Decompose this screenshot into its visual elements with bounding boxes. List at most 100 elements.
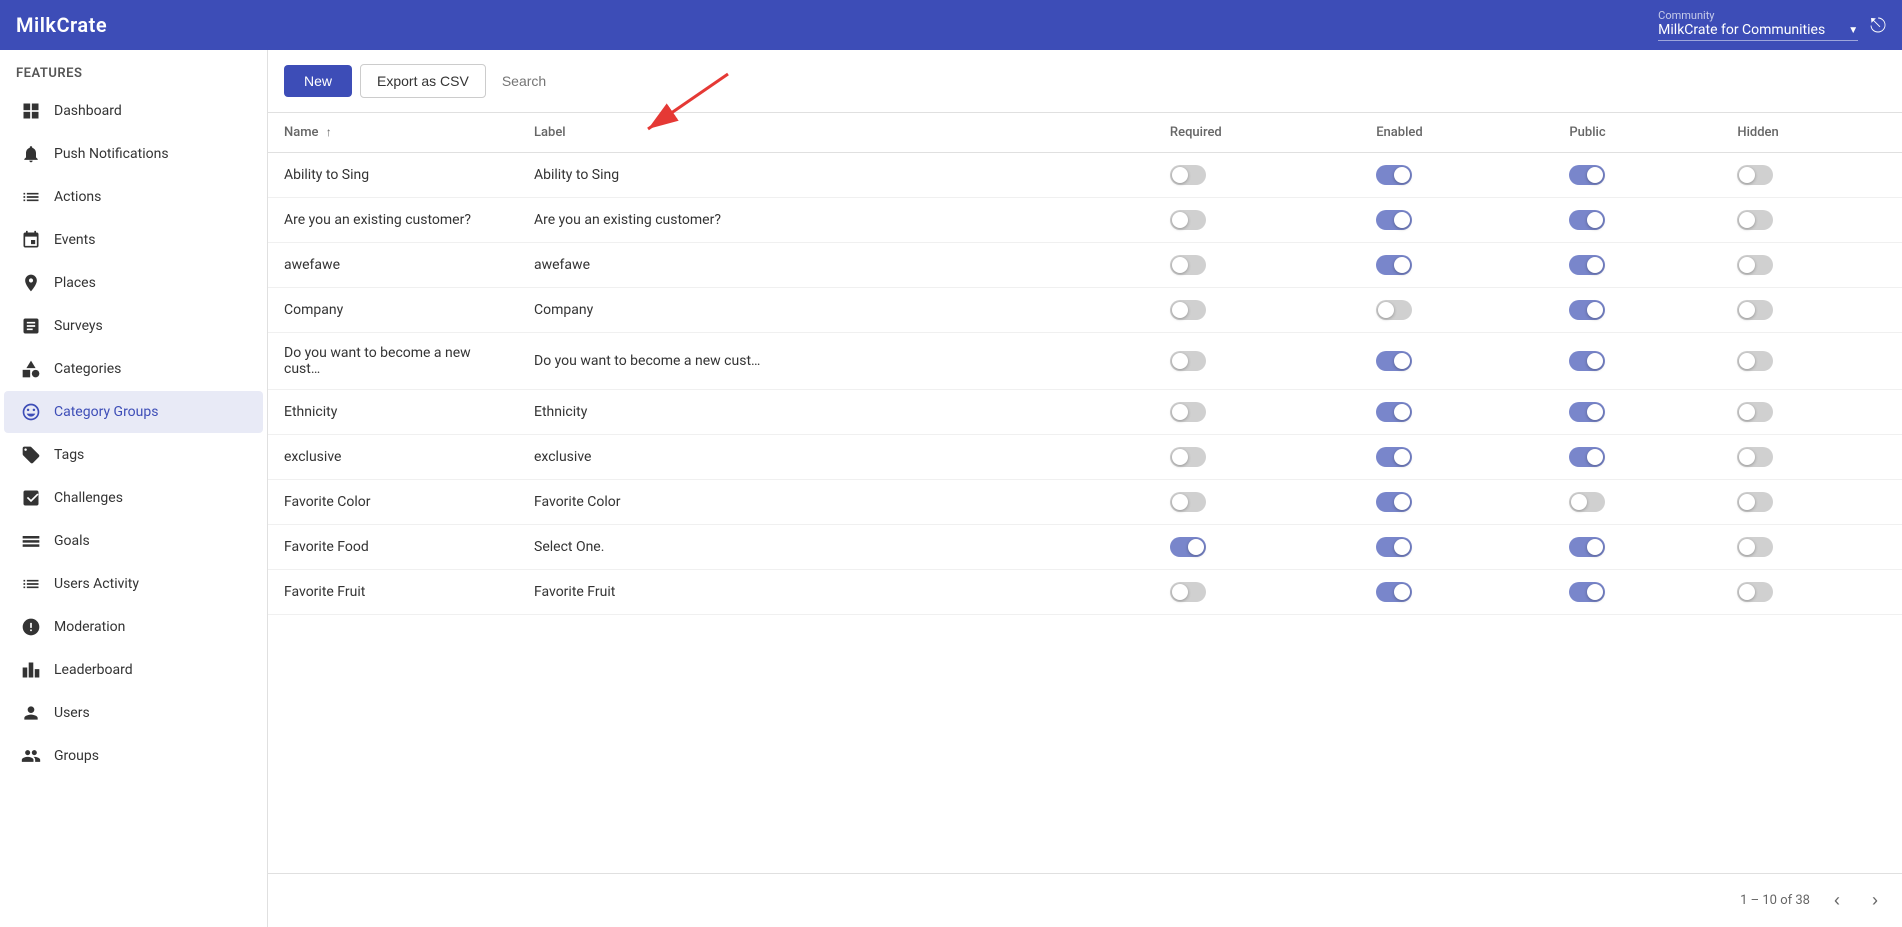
toggle-on[interactable] xyxy=(1569,537,1605,557)
toggle-off[interactable] xyxy=(1737,165,1773,185)
cell-enabled[interactable] xyxy=(1360,390,1553,435)
community-dropdown[interactable]: MilkCrate for Communities ▼ xyxy=(1658,22,1858,41)
sidebar-item-events[interactable]: Events xyxy=(4,219,263,261)
cell-hidden[interactable] xyxy=(1721,435,1902,480)
cell-enabled[interactable] xyxy=(1360,243,1553,288)
toggle-off[interactable] xyxy=(1170,447,1206,467)
toggle-off[interactable] xyxy=(1737,537,1773,557)
toggle-off[interactable] xyxy=(1569,492,1605,512)
table-row[interactable]: Favorite Fruit Favorite Fruit xyxy=(268,570,1902,615)
sidebar-item-dashboard[interactable]: Dashboard xyxy=(4,90,263,132)
cell-public[interactable] xyxy=(1553,243,1721,288)
toggle-on[interactable] xyxy=(1569,447,1605,467)
table-row[interactable]: Are you an existing customer? Are you an… xyxy=(268,198,1902,243)
sidebar-item-users-activity[interactable]: Users Activity xyxy=(4,563,263,605)
next-page-button[interactable]: › xyxy=(1864,886,1886,915)
sidebar-item-challenges[interactable]: Challenges xyxy=(4,477,263,519)
cell-hidden[interactable] xyxy=(1721,480,1902,525)
sidebar-item-surveys[interactable]: Surveys xyxy=(4,305,263,347)
toggle-on[interactable] xyxy=(1376,492,1412,512)
toggle-on[interactable] xyxy=(1569,165,1605,185)
sidebar-item-categories[interactable]: Categories xyxy=(4,348,263,390)
cell-public[interactable] xyxy=(1553,153,1721,198)
cell-hidden[interactable] xyxy=(1721,390,1902,435)
cell-required[interactable] xyxy=(1154,570,1360,615)
cell-public[interactable] xyxy=(1553,288,1721,333)
cell-hidden[interactable] xyxy=(1721,288,1902,333)
toggle-on[interactable] xyxy=(1569,351,1605,371)
toggle-on[interactable] xyxy=(1376,255,1412,275)
cell-enabled[interactable] xyxy=(1360,153,1553,198)
cell-required[interactable] xyxy=(1154,435,1360,480)
table-row[interactable]: exclusive exclusive xyxy=(268,435,1902,480)
new-button[interactable]: New xyxy=(284,65,352,97)
table-row[interactable]: Ethnicity Ethnicity xyxy=(268,390,1902,435)
cell-required[interactable] xyxy=(1154,333,1360,390)
toggle-off[interactable] xyxy=(1737,210,1773,230)
sidebar-item-moderation[interactable]: Moderation xyxy=(4,606,263,648)
toggle-off[interactable] xyxy=(1170,210,1206,230)
cell-required[interactable] xyxy=(1154,525,1360,570)
cell-required[interactable] xyxy=(1154,288,1360,333)
toggle-off[interactable] xyxy=(1170,402,1206,422)
toggle-on[interactable] xyxy=(1376,447,1412,467)
cell-required[interactable] xyxy=(1154,480,1360,525)
toggle-on[interactable] xyxy=(1569,582,1605,602)
cell-required[interactable] xyxy=(1154,198,1360,243)
cell-enabled[interactable] xyxy=(1360,288,1553,333)
toggle-off[interactable] xyxy=(1170,165,1206,185)
toggle-on[interactable] xyxy=(1376,351,1412,371)
cell-public[interactable] xyxy=(1553,480,1721,525)
toggle-on[interactable] xyxy=(1569,402,1605,422)
cell-hidden[interactable] xyxy=(1721,198,1902,243)
toggle-on[interactable] xyxy=(1569,255,1605,275)
sidebar-item-category-groups[interactable]: Category Groups xyxy=(4,391,263,433)
sidebar-item-groups[interactable]: Groups xyxy=(4,735,263,777)
toggle-off[interactable] xyxy=(1737,351,1773,371)
cell-enabled[interactable] xyxy=(1360,480,1553,525)
toggle-off[interactable] xyxy=(1737,255,1773,275)
toggle-off[interactable] xyxy=(1376,300,1412,320)
table-row[interactable]: Favorite Color Favorite Color xyxy=(268,480,1902,525)
table-row[interactable]: Ability to Sing Ability to Sing xyxy=(268,153,1902,198)
cell-enabled[interactable] xyxy=(1360,570,1553,615)
cell-hidden[interactable] xyxy=(1721,243,1902,288)
toggle-on[interactable] xyxy=(1376,210,1412,230)
cell-public[interactable] xyxy=(1553,525,1721,570)
sidebar-item-push-notifications[interactable]: Push Notifications xyxy=(4,133,263,175)
cell-required[interactable] xyxy=(1154,243,1360,288)
toggle-on[interactable] xyxy=(1376,402,1412,422)
community-selector[interactable]: Community MilkCrate for Communities ▼ xyxy=(1658,9,1858,41)
cell-public[interactable] xyxy=(1553,390,1721,435)
sidebar-item-places[interactable]: Places xyxy=(4,262,263,304)
sidebar-item-users[interactable]: Users xyxy=(4,692,263,734)
toggle-off[interactable] xyxy=(1737,402,1773,422)
toggle-on[interactable] xyxy=(1376,582,1412,602)
toggle-off[interactable] xyxy=(1737,492,1773,512)
toggle-off[interactable] xyxy=(1170,255,1206,275)
cell-hidden[interactable] xyxy=(1721,525,1902,570)
toggle-on[interactable] xyxy=(1376,537,1412,557)
cell-public[interactable] xyxy=(1553,198,1721,243)
sidebar-item-leaderboard[interactable]: Leaderboard xyxy=(4,649,263,691)
toggle-on[interactable] xyxy=(1170,537,1206,557)
toggle-off[interactable] xyxy=(1737,582,1773,602)
cell-hidden[interactable] xyxy=(1721,153,1902,198)
cell-required[interactable] xyxy=(1154,153,1360,198)
table-row[interactable]: Favorite Food Select One. xyxy=(268,525,1902,570)
toggle-on[interactable] xyxy=(1569,300,1605,320)
cell-enabled[interactable] xyxy=(1360,333,1553,390)
toggle-off[interactable] xyxy=(1170,300,1206,320)
table-row[interactable]: awefawe awefawe xyxy=(268,243,1902,288)
toggle-off[interactable] xyxy=(1170,582,1206,602)
cell-enabled[interactable] xyxy=(1360,198,1553,243)
cell-hidden[interactable] xyxy=(1721,333,1902,390)
cell-enabled[interactable] xyxy=(1360,525,1553,570)
search-input[interactable] xyxy=(494,65,1886,97)
toggle-off[interactable] xyxy=(1170,351,1206,371)
export-csv-button[interactable]: Export as CSV xyxy=(360,64,486,98)
sidebar-item-tags[interactable]: Tags xyxy=(4,434,263,476)
toggle-on[interactable] xyxy=(1376,165,1412,185)
cell-required[interactable] xyxy=(1154,390,1360,435)
toggle-on[interactable] xyxy=(1569,210,1605,230)
